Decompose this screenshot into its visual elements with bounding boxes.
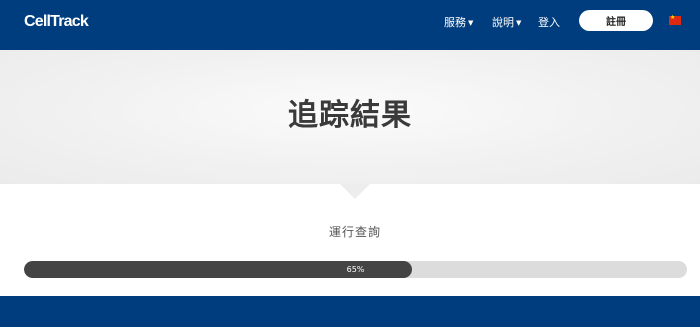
progress-label: 65% xyxy=(346,265,365,274)
top-navbar: CellTrack 服務 ▼ 說明 ▼ 登入 註冊 ★ xyxy=(0,0,700,50)
chevron-down-icon: ▼ xyxy=(516,19,522,27)
nav-services[interactable]: 服務 ▼ xyxy=(444,14,473,30)
nav-login-label: 登入 xyxy=(538,16,560,29)
register-button[interactable]: 註冊 xyxy=(579,10,653,31)
nav-login[interactable]: 登入 xyxy=(538,14,560,30)
chevron-down-icon: ▼ xyxy=(468,19,474,27)
page-title: 追踪結果 xyxy=(288,98,412,133)
status-text: 運行查詢 xyxy=(328,225,381,239)
footer-bar xyxy=(0,296,700,327)
celltrack-logo[interactable]: CellTrack xyxy=(24,13,89,31)
hero-banner: 追踪結果 xyxy=(0,50,700,184)
nav-help-label: 說明 xyxy=(492,16,514,29)
progress-bar: 65% xyxy=(24,261,687,278)
flag-star-icon: ★ xyxy=(670,14,676,21)
nav-help[interactable]: 說明 ▼ xyxy=(492,14,521,30)
hero-notch xyxy=(340,184,370,199)
cn-flag-icon[interactable]: ★ xyxy=(669,14,681,25)
nav-services-label: 服務 xyxy=(444,16,466,29)
